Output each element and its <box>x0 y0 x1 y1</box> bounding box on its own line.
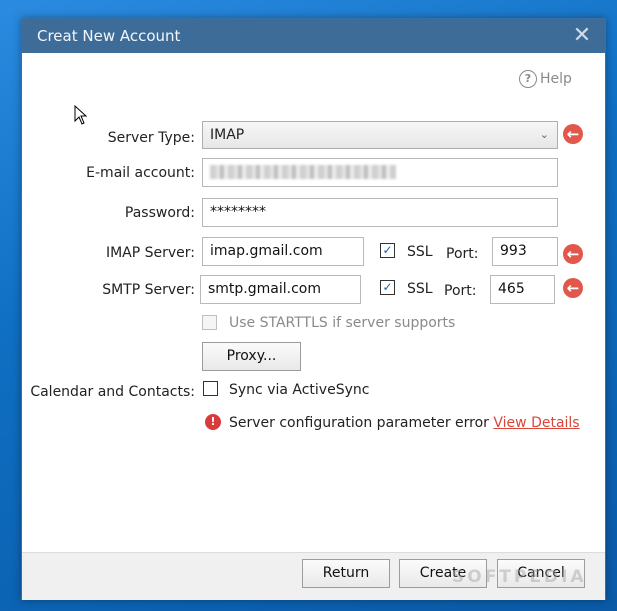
smtp-server-label: SMTP Server: <box>102 282 195 298</box>
imap-server-label: IMAP Server: <box>105 245 195 261</box>
calendar-contacts-label: Calendar and Contacts: <box>30 384 195 400</box>
redacted-email <box>210 165 396 179</box>
help-label: Help <box>540 71 572 87</box>
imap-ssl-checkbox[interactable]: ✓ <box>380 243 395 258</box>
error-icon: ! <box>205 414 221 430</box>
close-icon[interactable]: ✕ <box>569 23 595 49</box>
smtp-server-field[interactable]: smtp.gmail.com <box>200 275 361 304</box>
server-type-label: Server Type: <box>107 130 195 146</box>
smtp-port-label: Port: <box>444 283 477 299</box>
imap-port-field[interactable]: 993 <box>492 237 558 266</box>
create-account-dialog: Creat New Account ✕ ? Help Server Type: … <box>21 18 606 600</box>
imap-error-icon[interactable]: ← <box>563 244 583 264</box>
starttls-label: Use STARTTLS if server supports <box>229 315 456 331</box>
email-field[interactable] <box>202 158 558 187</box>
imap-port-label: Port: <box>446 246 479 262</box>
question-circle-icon: ? <box>519 70 537 88</box>
imap-server-field[interactable]: imap.gmail.com <box>202 237 364 266</box>
activesync-checkbox[interactable] <box>203 381 218 396</box>
server-type-select[interactable]: IMAP ⌄ <box>202 121 558 149</box>
error-message-line: Server configuration parameter error Vie… <box>229 415 580 431</box>
server-type-error-icon[interactable]: ← <box>563 124 583 144</box>
help-link[interactable]: ? Help <box>519 70 572 88</box>
password-label: Password: <box>124 205 195 221</box>
chevron-down-icon: ⌄ <box>539 128 549 141</box>
smtp-ssl-label: SSL <box>407 281 433 297</box>
softpedia-watermark: SOFTPEDIA <box>452 567 587 587</box>
view-details-link[interactable]: View Details <box>493 415 579 431</box>
mouse-cursor-icon <box>74 105 87 125</box>
error-message: Server configuration parameter error <box>229 415 489 431</box>
smtp-ssl-checkbox[interactable]: ✓ <box>380 280 395 295</box>
starttls-checkbox[interactable] <box>202 315 217 330</box>
proxy-button[interactable]: Proxy... <box>202 342 301 371</box>
dialog-title: Creat New Account <box>37 27 181 45</box>
password-field[interactable]: ******** <box>202 198 558 227</box>
smtp-error-icon[interactable]: ← <box>563 278 583 298</box>
title-bar: Creat New Account ✕ <box>22 19 605 53</box>
smtp-port-field[interactable]: 465 <box>490 275 555 304</box>
return-button[interactable]: Return <box>302 559 390 588</box>
activesync-label: Sync via ActiveSync <box>229 382 370 398</box>
imap-ssl-label: SSL <box>407 244 433 260</box>
email-label: E-mail account: <box>86 165 195 181</box>
server-type-value: IMAP <box>210 127 245 143</box>
